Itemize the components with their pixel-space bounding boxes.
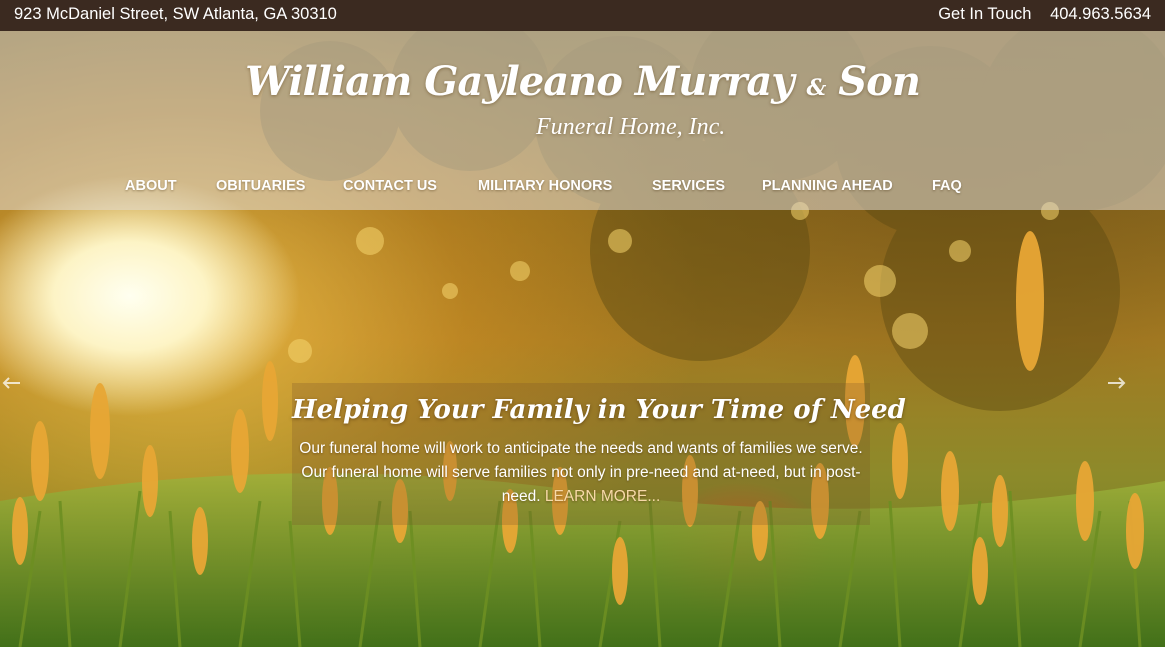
top-bar-contact: Get In Touch 404.963.5634 (924, 5, 1151, 24)
arrow-right-icon[interactable] (1106, 374, 1128, 392)
nav-item-contact-us[interactable]: CONTACT US (343, 178, 437, 194)
nav-item-faq[interactable]: FAQ (932, 178, 962, 194)
logo-ampersand: & (806, 75, 826, 101)
logo-subtitle: Funeral Home, Inc. (536, 114, 726, 140)
nav-item-obituaries[interactable]: OBITUARIES (216, 178, 305, 194)
get-in-touch-link[interactable]: Get In Touch (938, 5, 1031, 23)
arrow-left-icon[interactable] (0, 374, 22, 392)
site-logo[interactable]: William Gayleano Murray & Son (0, 62, 1165, 102)
nav-item-military-honors[interactable]: MILITARY HONORS (478, 178, 612, 194)
logo-name-part2: Son (838, 58, 921, 105)
phone-link[interactable]: 404.963.5634 (1050, 5, 1151, 23)
nav-item-about[interactable]: ABOUT (125, 178, 177, 194)
nav-item-services[interactable]: SERVICES (652, 178, 725, 194)
hero-body: Our funeral home will work to anticipate… (292, 437, 870, 509)
hero-title: Helping Your Family in Your Time of Need (292, 395, 906, 425)
top-bar: 923 McDaniel Street, SW Atlanta, GA 3031… (0, 0, 1165, 31)
address-text: 923 McDaniel Street, SW Atlanta, GA 3031… (14, 5, 337, 23)
logo-name-part1: William Gayleano Murray (245, 58, 794, 105)
nav-item-planning-ahead[interactable]: PLANNING AHEAD (762, 178, 893, 194)
learn-more-link[interactable]: LEARN MORE... (545, 488, 660, 505)
hero-caption: Helping Your Family in Your Time of Need… (292, 383, 906, 525)
main-nav: ABOUT OBITUARIES CONTACT US MILITARY HON… (0, 178, 1165, 198)
